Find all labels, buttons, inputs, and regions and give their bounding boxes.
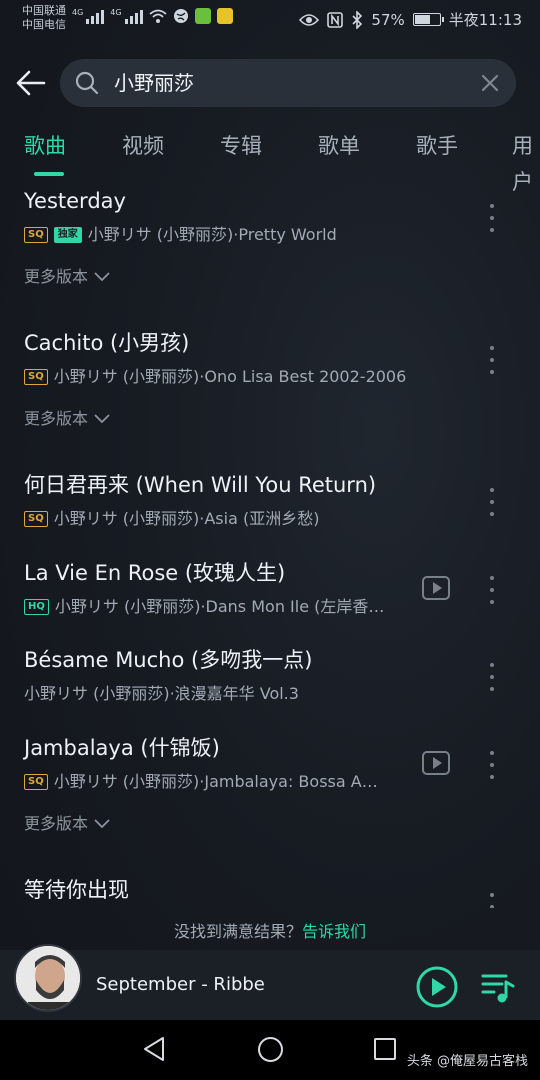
video-play-icon[interactable]	[422, 576, 450, 600]
tab-albums[interactable]: 专辑	[220, 128, 262, 164]
eye-icon	[299, 13, 320, 26]
song-title: 等待你出现	[24, 878, 129, 902]
chevron-down-icon	[94, 414, 110, 424]
signal-indicators: 4G 4G	[72, 8, 233, 24]
search-input[interactable]: 小野丽莎	[60, 59, 516, 107]
song-artist-album: 小野リサ (小野丽莎)·Dans Mon Ile (左岸香…	[54, 597, 385, 616]
more-versions-button[interactable]: 更多版本	[24, 813, 110, 835]
arrow-left-icon	[16, 70, 46, 96]
status-right: 57% 半夜11:13	[299, 9, 522, 30]
nfc-icon	[327, 11, 344, 28]
song-artist-album: 小野リサ (小野丽莎)·Jambalaya: Bossa A…	[53, 772, 378, 791]
clock: 半夜11:13	[448, 11, 522, 29]
battery-percent: 57%	[371, 10, 405, 29]
hq-badge: HQ	[24, 599, 49, 615]
battery-icon	[412, 13, 444, 26]
sq-badge: SQ	[24, 774, 48, 790]
album-art[interactable]	[14, 944, 82, 1012]
song-title: Yesterday	[24, 189, 126, 213]
feedback-link[interactable]: 告诉我们	[302, 922, 366, 941]
song-list: Yesterday SQ 独家 小野リサ (小野丽莎)·Pretty World…	[0, 178, 540, 908]
carrier-labels: 中国联通 中国电信	[22, 4, 66, 32]
nav-back-icon[interactable]	[142, 1036, 166, 1062]
more-versions-label: 更多版本	[24, 409, 89, 428]
close-icon	[481, 74, 499, 92]
video-play-icon[interactable]	[422, 751, 450, 775]
sq-badge: SQ	[24, 227, 48, 243]
carrier-2: 中国电信	[22, 18, 66, 31]
more-versions-label: 更多版本	[24, 267, 89, 286]
tab-playlists[interactable]: 歌单	[318, 128, 360, 164]
active-tab-indicator	[34, 172, 64, 176]
feedback-prompt: 没找到满意结果？告诉我们	[0, 920, 540, 944]
globe-icon	[173, 9, 188, 23]
bluetooth-icon	[352, 10, 363, 29]
search-query: 小野丽莎	[114, 71, 194, 95]
song-more-options-button[interactable]	[482, 204, 502, 232]
sq-badge: SQ	[24, 369, 48, 385]
music-search-screen: 中国联通 中国电信 4G 4G 57% 半夜11:13 小野丽莎 歌曲 视频 专…	[0, 0, 540, 1080]
song-meta: SQ 独家 小野リサ (小野丽莎)·Pretty World	[24, 224, 337, 246]
network-type-2: 4G	[110, 8, 122, 17]
song-title: 何日君再来 (When Will You Return)	[24, 473, 377, 497]
more-versions-button[interactable]: 更多版本	[24, 408, 110, 430]
nav-recents-icon[interactable]	[374, 1038, 396, 1060]
wifi-icon	[149, 9, 167, 23]
status-bar: 中国联通 中国电信 4G 4G 57% 半夜11:13	[0, 0, 540, 40]
app-notification-icon	[194, 8, 211, 24]
clear-search-button[interactable]	[478, 71, 502, 95]
search-icon	[75, 71, 99, 95]
chevron-down-icon	[94, 819, 110, 829]
song-artist-album: 小野リサ (小野丽莎)·Ono Lisa Best 2002-2006	[53, 367, 407, 386]
signal-icon-2	[124, 8, 143, 24]
nav-home-icon[interactable]	[258, 1037, 283, 1062]
song-meta: SQ 小野リサ (小野丽莎)·Jambalaya: Bossa A…	[24, 771, 378, 793]
carrier-1: 中国联通	[22, 4, 66, 17]
signal-icon	[86, 8, 105, 24]
network-type-1: 4G	[72, 8, 84, 17]
sq-badge: SQ	[24, 511, 48, 527]
song-meta: 小野リサ (小野丽莎)·浪漫嘉年华 Vol.3	[24, 683, 299, 705]
song-more-options-button[interactable]	[482, 751, 502, 779]
album-art-portrait	[16, 946, 80, 1010]
song-more-options-button[interactable]	[482, 346, 502, 374]
exclusive-badge: 独家	[53, 227, 82, 243]
more-versions-button[interactable]: 更多版本	[24, 266, 110, 288]
now-playing-title: September - Ribbe	[96, 974, 265, 995]
tab-songs[interactable]: 歌曲	[24, 128, 66, 164]
watermark: 头条 @俺屋易古客栈	[406, 1054, 528, 1069]
song-artist-album: 小野リサ (小野丽莎)·Asia (亚洲乡愁)	[53, 509, 320, 528]
mini-player[interactable]: September - Ribbe	[0, 944, 540, 1020]
song-more-options-button[interactable]	[482, 576, 502, 604]
song-more-options-button[interactable]	[482, 488, 502, 516]
song-meta: HQ 小野リサ (小野丽莎)·Dans Mon Ile (左岸香…	[24, 596, 384, 618]
song-artist-album: 小野リサ (小野丽莎)·浪漫嘉年华 Vol.3	[24, 684, 299, 703]
tab-singers[interactable]: 歌手	[416, 128, 458, 164]
more-versions-label: 更多版本	[24, 814, 89, 833]
feedback-text: 没找到满意结果？	[173, 922, 302, 941]
song-more-options-button[interactable]	[482, 663, 502, 691]
song-title: La Vie En Rose (玫瑰人生)	[24, 561, 286, 585]
app-notification-icon-2	[216, 8, 233, 24]
song-meta: SQ 小野リサ (小野丽莎)·Ono Lisa Best 2002-2006	[24, 366, 406, 388]
play-button[interactable]	[416, 966, 458, 1008]
song-meta: SQ 小野リサ (小野丽莎)·Asia (亚洲乡愁)	[24, 508, 319, 530]
song-artist-album: 小野リサ (小野丽莎)·Pretty World	[87, 225, 337, 244]
song-more-options-button[interactable]	[482, 893, 502, 908]
playlist-icon[interactable]	[480, 970, 516, 1004]
system-nav-bar: 头条 @俺屋易古客栈	[0, 1020, 540, 1080]
song-title: Bésame Mucho (多吻我一点)	[24, 648, 313, 672]
result-tabs: 歌曲 视频 专辑 歌单 歌手 用户	[0, 128, 540, 194]
chevron-down-icon	[94, 272, 110, 282]
song-title: Cachito (小男孩)	[24, 331, 190, 355]
back-button[interactable]	[14, 66, 48, 100]
song-title: Jambalaya (什锦饭)	[24, 736, 220, 760]
tab-videos[interactable]: 视频	[122, 128, 164, 164]
